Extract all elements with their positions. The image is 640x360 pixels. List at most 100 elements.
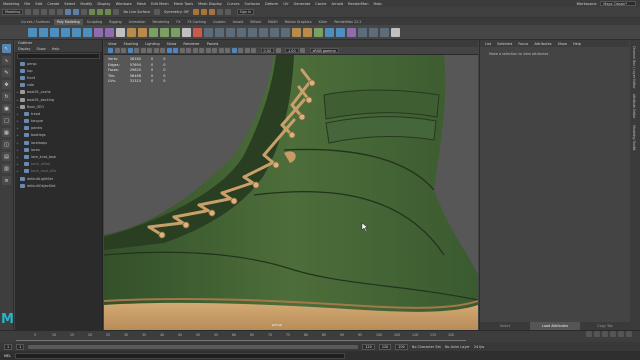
multi-cut-icon[interactable] (237, 27, 246, 37)
range-bar[interactable] (28, 344, 359, 349)
shelf-tab-renderman[interactable]: RenderMan 22.2 (331, 19, 364, 25)
menu-deform[interactable]: Deform (265, 2, 278, 6)
ae-menu-help[interactable]: Help (573, 42, 581, 46)
viewport-menu-lighting[interactable]: Lighting (145, 42, 160, 46)
range-start-field[interactable]: 1 (4, 343, 13, 350)
outliner-menu-display[interactable]: Display (18, 46, 31, 52)
ae-select-button[interactable]: Select (480, 322, 530, 330)
expand-icon[interactable]: + (15, 162, 20, 166)
shelf-tab-rendering[interactable]: Rendering (149, 19, 172, 25)
snap-point-icon[interactable] (105, 9, 112, 15)
uv-editor-icon[interactable] (314, 27, 323, 37)
smooth-icon[interactable] (149, 27, 158, 37)
redo-icon[interactable] (57, 9, 64, 15)
outliner-item[interactable]: + panels (15, 125, 102, 132)
side-tab-attribute-editor[interactable]: Attribute Editor (632, 94, 636, 119)
select-hierarchy-icon[interactable] (65, 9, 72, 15)
live-surface-label[interactable]: No Live Surface (123, 10, 150, 14)
move-tool-icon[interactable]: ✥ (2, 80, 11, 89)
exposure-field[interactable]: 0.00 (260, 48, 275, 53)
menu-windows[interactable]: Windows (116, 2, 132, 6)
ae-menu-attributes[interactable]: Attributes (534, 42, 551, 46)
textured-icon[interactable] (186, 48, 191, 53)
range-outer-end-field[interactable]: 200 (395, 343, 408, 350)
menu-mesh-display[interactable]: Mesh Display (198, 2, 222, 6)
shelf-tab-xgen[interactable]: XGen (315, 19, 330, 25)
outliner-item[interactable]: defaultLightSet (15, 175, 102, 182)
depth-of-field-icon[interactable] (225, 48, 230, 53)
shadows-icon[interactable] (199, 48, 204, 53)
menu-arnold[interactable]: Arnold (331, 2, 343, 6)
save-scene-icon[interactable] (41, 9, 48, 15)
poly-sphere-icon[interactable] (28, 27, 37, 37)
shelf-tab-bifrost[interactable]: Bifrost (247, 19, 264, 25)
workspace-dropdown[interactable]: Maya Classic* (600, 1, 636, 6)
paint-select-icon[interactable]: ✎ (2, 68, 11, 77)
scale-tool-icon[interactable]: ▣ (2, 104, 11, 113)
new-scene-icon[interactable] (25, 9, 32, 15)
select-tool-icon[interactable]: ↖ (2, 44, 11, 53)
motion-blur-icon[interactable] (212, 48, 217, 53)
play-forward-icon[interactable] (610, 331, 616, 337)
text-icon[interactable] (182, 27, 191, 37)
outliner-menu-show[interactable]: Show (37, 46, 46, 52)
history-icon[interactable] (154, 9, 161, 15)
extrude-icon[interactable] (204, 27, 213, 37)
range-inner-end-field[interactable]: 120 (362, 343, 375, 350)
auto-uv-icon[interactable] (303, 27, 312, 37)
menu-curves[interactable]: Curves (227, 2, 239, 6)
resolution-gate-icon[interactable] (140, 48, 146, 53)
isolate-select-icon[interactable] (231, 48, 237, 53)
outliner-item[interactable]: + boot01_backing (15, 96, 102, 103)
ipr-render-icon[interactable] (200, 9, 207, 15)
anim-layer-dropdown[interactable]: No Anim Layer (445, 345, 470, 349)
expand-icon[interactable]: + (15, 126, 20, 130)
expand-icon[interactable]: + (15, 148, 20, 152)
shelf-settings-icon[interactable] (391, 27, 400, 37)
shelf-tab-animation[interactable]: Animation (126, 19, 149, 25)
rotate-tool-icon[interactable]: ↻ (2, 92, 11, 101)
image-plane-icon[interactable] (121, 48, 126, 53)
outliner-item[interactable]: top (15, 67, 102, 74)
outliner-item[interactable]: + Boot_GEO (15, 103, 102, 110)
time-slider[interactable]: 5 10 15 20 25 30 35 40 45 50 55 60 65 70 75 80 85 90 95 100… (0, 330, 640, 342)
mirror-icon[interactable] (171, 27, 180, 37)
shelf-tab-rigging[interactable]: Rigging (106, 19, 125, 25)
menu-create[interactable]: Create (47, 2, 59, 6)
menuset-dropdown[interactable]: Modeling (2, 9, 24, 15)
side-tab-channel-box[interactable]: Channel Box / Layer Editor (632, 46, 636, 88)
svg-icon[interactable] (193, 27, 202, 37)
shelf-tab-mash[interactable]: MASH (265, 19, 281, 25)
ae-menu-list[interactable]: List (485, 42, 491, 46)
viewport-menu-shading[interactable]: Shading (124, 42, 139, 46)
merge-icon[interactable] (270, 27, 279, 37)
bookmark-icon[interactable] (114, 48, 120, 53)
character-set-dropdown[interactable]: No Character Set (412, 345, 441, 349)
boolean-icon[interactable] (160, 27, 169, 37)
poly-cylinder-icon[interactable] (50, 27, 59, 37)
side-tab-modeling-toolkit[interactable]: Modeling Toolkit (632, 125, 636, 151)
mel-label[interactable]: MEL (4, 354, 11, 358)
expand-icon[interactable]: + (15, 169, 20, 173)
menu-surfaces[interactable]: Surfaces (244, 2, 260, 6)
outliner-item[interactable]: front (15, 74, 102, 81)
outliner-item[interactable]: defaultObjectSet (15, 182, 102, 189)
viewport-menu-show[interactable]: Show (167, 42, 177, 46)
viewport-menu-panels[interactable]: Panels (207, 42, 219, 46)
step-back-icon[interactable] (594, 331, 600, 337)
ae-load-attributes-button[interactable]: Load Attributes (530, 322, 580, 330)
outliner-icon[interactable]: ≡ (2, 176, 11, 185)
menu-modify[interactable]: Modify (80, 2, 92, 6)
menu-generate[interactable]: Generate (294, 2, 311, 6)
outliner-item[interactable]: + lace_knot_bow (15, 153, 102, 160)
undo-icon[interactable] (49, 9, 56, 15)
outliner-item[interactable]: persp (15, 60, 102, 67)
side-by-side-icon[interactable]: ◫ (2, 140, 11, 149)
single-view-icon[interactable]: □ (2, 116, 11, 125)
persp-graph-icon[interactable]: ▥ (2, 164, 11, 173)
xray-icon[interactable] (238, 48, 243, 53)
menu-uv[interactable]: UV (283, 2, 288, 6)
poly-plane-icon[interactable] (83, 27, 92, 37)
safe-action-icon[interactable] (160, 48, 165, 53)
fps-dropdown[interactable]: 24 fps (474, 345, 485, 349)
